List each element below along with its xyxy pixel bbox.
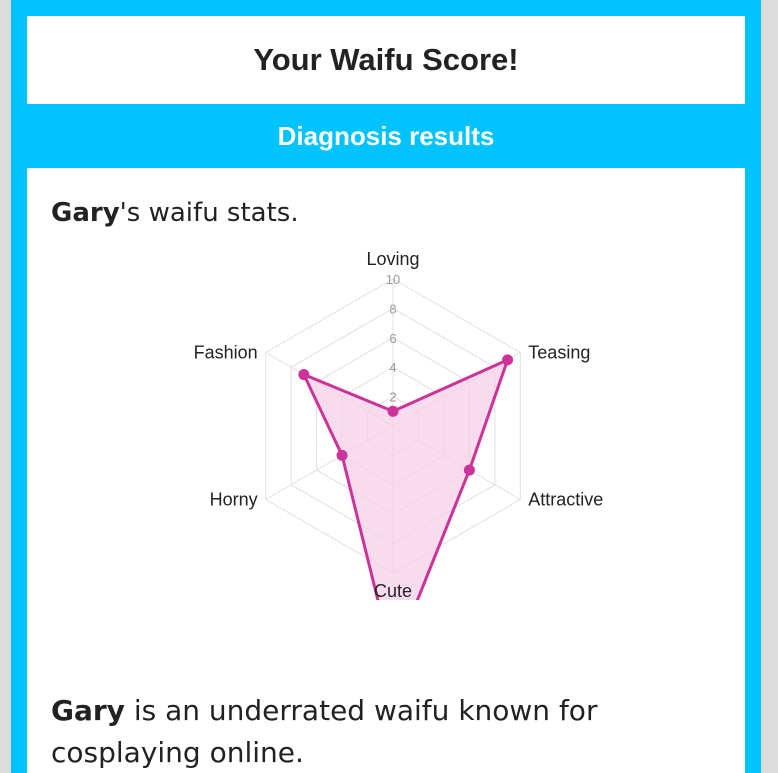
data-point	[336, 449, 348, 461]
page-title: Your Waifu Score!	[253, 42, 519, 77]
axis-label: Attractive	[528, 490, 603, 510]
section-header: Diagnosis results	[27, 104, 745, 168]
radar-chart: 2 4 6 8 10 Loving Teasing Attractive Cute Horny F…	[27, 168, 745, 773]
app-frame: Your Waifu Score! Diagnosis results Gary…	[11, 0, 761, 773]
data-point	[298, 369, 310, 381]
title-box: Your Waifu Score!	[27, 16, 745, 104]
tick-label: 6	[389, 331, 396, 346]
series-area	[302, 358, 510, 600]
data-point	[463, 464, 475, 476]
data-point	[388, 656, 399, 667]
data-point	[387, 405, 399, 417]
result-description: Gary is an underrated waifu known for co…	[51, 690, 711, 773]
axis-label: Cute	[374, 581, 412, 601]
results-panel: Gary's waifu stats. 2 4 6 8 10 Loving Teasing…	[27, 168, 745, 773]
tick-label: 10	[386, 272, 400, 287]
axis-label: Horny	[210, 490, 258, 510]
radar-chart-svg: 2 4 6 8 10 Loving Teasing Attractive Cute Horny F…	[194, 249, 604, 667]
tick-label: 2	[389, 390, 396, 405]
section-title: Diagnosis results	[277, 120, 495, 151]
result-description-text: is an underrated waifu known for cosplay…	[51, 694, 598, 769]
result-name: Gary	[51, 694, 125, 727]
axis-label: Teasing	[528, 343, 590, 363]
tick-label: 4	[389, 360, 396, 375]
axis-label: Fashion	[194, 343, 258, 363]
data-point	[502, 354, 514, 366]
tick-label: 8	[389, 301, 396, 316]
axis-label: Loving	[366, 249, 419, 269]
